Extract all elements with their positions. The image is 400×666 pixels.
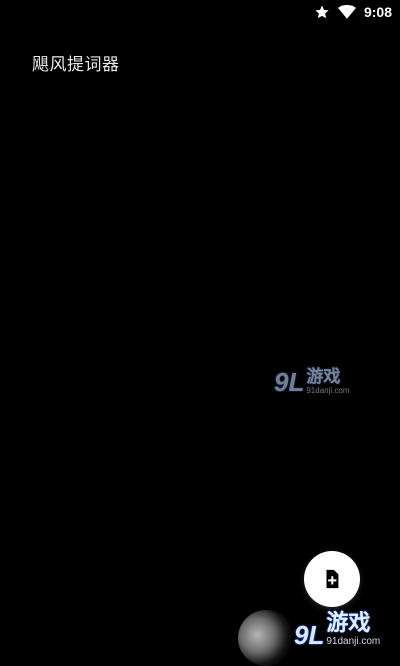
decorative-moon-image bbox=[238, 610, 294, 666]
add-file-button[interactable] bbox=[304, 551, 360, 607]
watermark-name: 游戏 bbox=[326, 611, 371, 636]
watermark-domain: 91danji.com bbox=[326, 636, 381, 647]
watermark-mark: 9L bbox=[274, 367, 305, 397]
wifi-icon bbox=[337, 4, 356, 20]
status-icons: 9:08 bbox=[314, 3, 392, 21]
status-time: 9:08 bbox=[363, 4, 392, 20]
watermark-logo: 9L 游戏 91danji.com bbox=[274, 368, 349, 395]
status-bar: 9:08 bbox=[0, 0, 400, 24]
watermark-text: 游戏 91danji.com bbox=[306, 368, 349, 395]
app-title: 飓风提词器 bbox=[32, 55, 120, 75]
watermark-text: 游戏 91danji.com bbox=[326, 612, 380, 648]
watermark-mark: 9L bbox=[294, 620, 325, 650]
add-file-icon bbox=[326, 569, 339, 589]
star-icon bbox=[314, 4, 330, 20]
watermark-domain: 91danji.com bbox=[306, 386, 350, 395]
watermark-logo-bottom: 9L 游戏 91danji.com bbox=[294, 612, 380, 650]
watermark-name: 游戏 bbox=[306, 367, 341, 387]
